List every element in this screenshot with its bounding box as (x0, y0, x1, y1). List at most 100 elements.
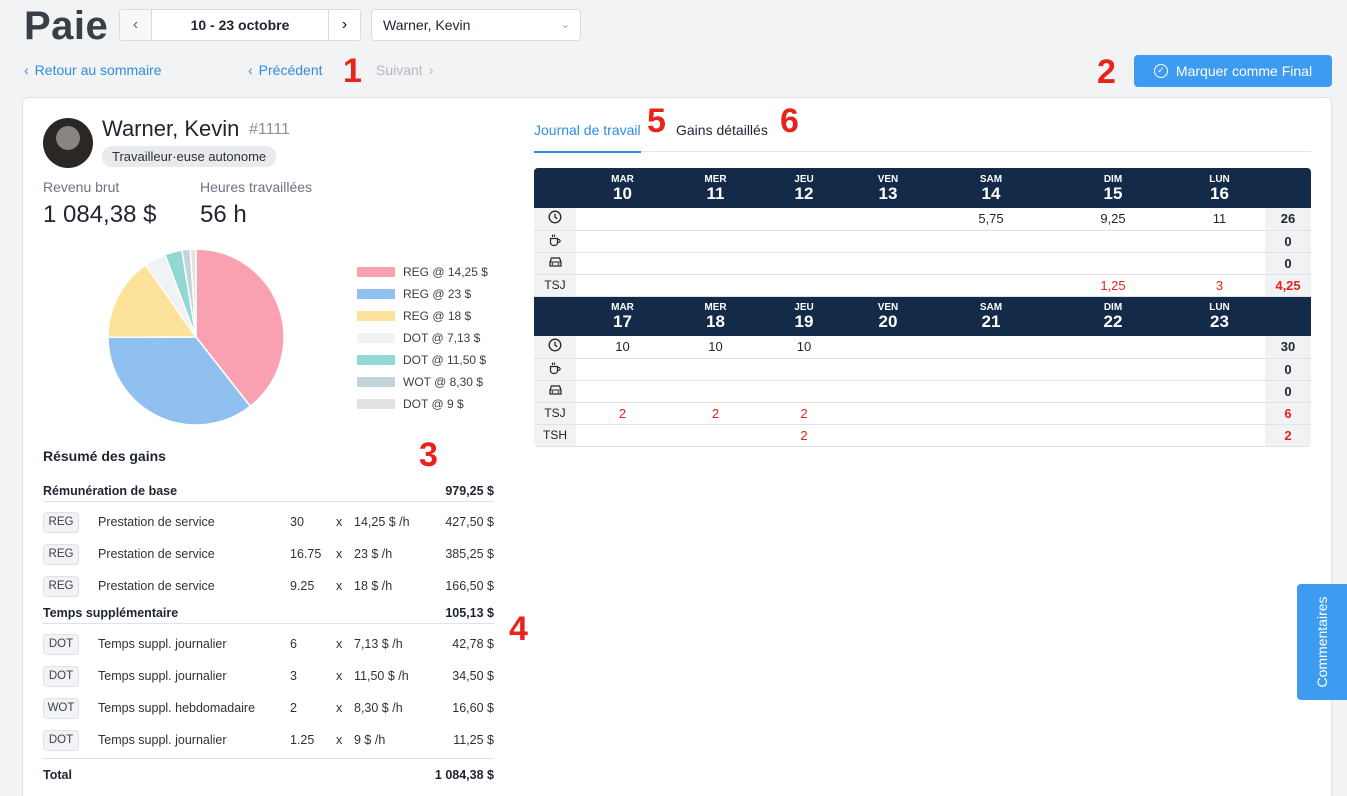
base-pay-label: Rémunération de base (43, 483, 178, 498)
journal-cell[interactable] (576, 252, 669, 275)
journal-cell[interactable] (1052, 252, 1174, 275)
journal-cell[interactable] (669, 230, 762, 253)
journal-cell[interactable] (846, 230, 930, 253)
journal-cell[interactable] (930, 230, 1052, 253)
journal-cell[interactable]: 10 (762, 336, 846, 359)
mark-final-button[interactable]: ✓ Marquer comme Final (1134, 55, 1332, 87)
journal-cell[interactable] (1052, 380, 1174, 403)
journal-cell[interactable] (846, 380, 930, 403)
journal-cell[interactable] (669, 380, 762, 403)
journal-cell[interactable] (1052, 402, 1174, 425)
journal-cell[interactable] (1174, 336, 1265, 359)
journal-cell[interactable]: 1,25 (1052, 274, 1174, 297)
journal-cell[interactable] (1052, 230, 1174, 253)
row-total: 0 (1265, 358, 1311, 381)
line-amount: 16,60 $ (452, 701, 494, 715)
journal-cell[interactable] (1174, 380, 1265, 403)
previous-employee-link[interactable]: ‹ Précédent (248, 62, 323, 78)
journal-cell[interactable] (762, 230, 846, 253)
journal-cell[interactable] (1174, 424, 1265, 447)
journal-cell[interactable] (930, 274, 1052, 297)
back-to-summary-link[interactable]: ‹ Retour au sommaire (24, 62, 162, 78)
day-number: 15 (1103, 184, 1123, 203)
row-total: 0 (1265, 252, 1311, 275)
journal-cell[interactable] (762, 252, 846, 275)
journal-cell[interactable] (1052, 424, 1174, 447)
journal-cell[interactable] (1052, 336, 1174, 359)
journal-cell[interactable] (576, 358, 669, 381)
journal-cell[interactable] (846, 402, 930, 425)
tab-detailed-earnings[interactable]: Gains détaillés (676, 122, 768, 138)
journal-cell[interactable] (669, 208, 762, 231)
journal-cell[interactable]: 9,25 (1052, 208, 1174, 231)
base-pay-rows: REG Prestation de service 30 x 14,25 $ /h 427… (43, 506, 494, 602)
tab-journal[interactable]: Journal de travail (534, 122, 641, 153)
journal-cell[interactable] (846, 358, 930, 381)
journal-cell[interactable] (846, 208, 930, 231)
day-number: 12 (794, 184, 814, 203)
journal-cell[interactable]: 10 (669, 336, 762, 359)
journal-cell[interactable] (762, 208, 846, 231)
journal-cell[interactable]: 2 (762, 424, 846, 447)
journal-cell[interactable]: 10 (576, 336, 669, 359)
journal-cell[interactable] (669, 274, 762, 297)
journal-cell[interactable] (930, 424, 1052, 447)
journal-cell[interactable] (930, 336, 1052, 359)
journal-cell[interactable]: 2 (669, 402, 762, 425)
next-period-button[interactable]: › (328, 10, 360, 40)
journal-cell[interactable] (762, 274, 846, 297)
journal-cell[interactable] (930, 252, 1052, 275)
base-pay-header: Rémunération de base 979,25 $ (43, 480, 494, 502)
journal-cell[interactable]: 5,75 (930, 208, 1052, 231)
journal-cell[interactable] (1052, 358, 1174, 381)
prev-period-button[interactable]: ‹ (120, 10, 152, 40)
hours-worked-value: 56 h (200, 201, 247, 228)
legend-label: DOT @ 11,50 $ (403, 353, 487, 367)
journal-cell[interactable] (846, 252, 930, 275)
next-employee-link[interactable]: Suivant › (376, 62, 433, 78)
journal-cell[interactable] (930, 402, 1052, 425)
comments-tab[interactable]: Commentaires (1297, 584, 1347, 700)
journal-cell[interactable] (846, 274, 930, 297)
day-number: 17 (613, 312, 632, 332)
day-number: 16 (1210, 184, 1229, 203)
employee-select[interactable]: Warner, Kevin ⌄ (371, 9, 581, 41)
journal-cell[interactable] (930, 358, 1052, 381)
journal-cell[interactable] (576, 230, 669, 253)
row-code-label: TSJ (534, 402, 576, 425)
multiply-sign: x (336, 579, 343, 593)
week-header-row: MAR 10 MER 11 JEU 12 VEN 13 SAM 14 DIM 15 LUN 16 (534, 168, 1311, 208)
car-icon (534, 380, 576, 403)
journal-cell[interactable] (669, 358, 762, 381)
journal-cell[interactable] (846, 336, 930, 359)
journal-cell[interactable] (576, 274, 669, 297)
top-bar: Paie ‹ 10 - 23 octobre › Warner, Kevin ⌄ (0, 0, 1347, 52)
legend-label: WOT @ 8,30 $ (403, 375, 483, 389)
mark-final-label: Marquer comme Final (1175, 63, 1313, 79)
annotation-marker-1: 1 (343, 52, 362, 90)
journal-cell[interactable]: 2 (576, 402, 669, 425)
journal-cell[interactable] (576, 424, 669, 447)
journal-cell[interactable] (762, 358, 846, 381)
line-quantity: 16.75 (290, 547, 322, 561)
journal-cell[interactable] (576, 208, 669, 231)
day-number: 11 (706, 184, 725, 203)
journal-cell[interactable]: 3 (1174, 274, 1265, 297)
journal-cell[interactable] (846, 424, 930, 447)
journal-cell[interactable] (576, 380, 669, 403)
journal-cell[interactable] (1174, 230, 1265, 253)
journal-cell[interactable] (762, 380, 846, 403)
legend-swatch (357, 399, 395, 409)
journal-cell[interactable]: 2 (762, 402, 846, 425)
journal-cell[interactable]: 11 (1174, 208, 1265, 231)
line-rate: 7,13 $ /h (354, 637, 403, 651)
employee-name: Warner, Kevin (102, 116, 240, 141)
journal-cell[interactable] (669, 252, 762, 275)
day-number: 21 (981, 312, 1001, 332)
day-number: 13 (878, 184, 898, 203)
journal-cell[interactable] (1174, 252, 1265, 275)
journal-cell[interactable] (1174, 402, 1265, 425)
journal-cell[interactable] (930, 380, 1052, 403)
journal-cell[interactable] (1174, 358, 1265, 381)
journal-cell[interactable] (669, 424, 762, 447)
